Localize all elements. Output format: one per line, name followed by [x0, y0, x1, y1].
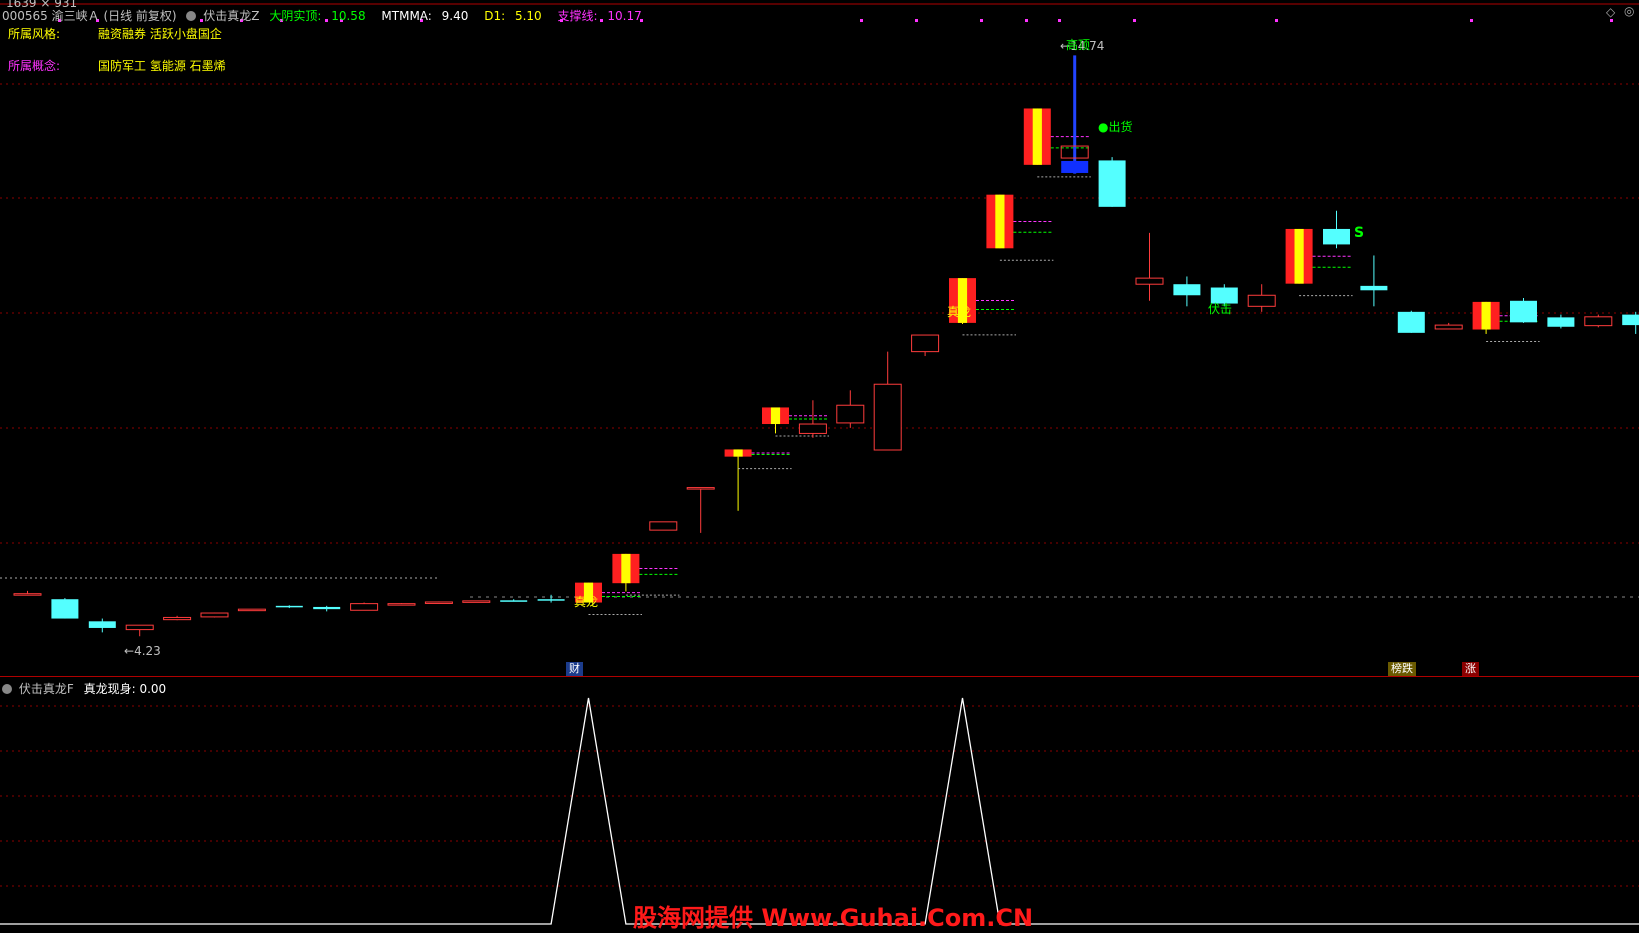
candle-body-up [649, 521, 678, 531]
signal-dot [1610, 19, 1613, 22]
ranking-badge[interactable]: 榜跌 [1388, 662, 1416, 676]
candle-body-down [537, 599, 565, 601]
watermark: 股海网提供 Www.Guhai.Com.CN [633, 904, 1034, 932]
candle-body-up [424, 601, 453, 604]
candle-body-up [686, 487, 715, 490]
finance-badge[interactable]: 财 [566, 662, 583, 676]
signal-dot [1133, 19, 1136, 22]
close-icon[interactable]: ◎ [1624, 4, 1634, 18]
candle-body-up [836, 404, 865, 424]
rise-badge[interactable]: 涨 [1462, 662, 1479, 676]
candle-body-up [387, 603, 416, 606]
candle-body-down [1360, 285, 1388, 291]
candle-body-down [1397, 311, 1425, 333]
candle-body-blue [1061, 160, 1089, 173]
signal-dot [1470, 19, 1473, 22]
style-value: 融资融券 活跃小盘国企 [98, 27, 222, 41]
candle-body-dragon-stripe [770, 407, 781, 425]
exit-label: ●出货 [1098, 120, 1133, 134]
s-mark: S [1354, 225, 1365, 241]
candle-body-up [1584, 316, 1613, 327]
collapse-icon[interactable] [186, 11, 197, 21]
top-label: 高顶 [1066, 38, 1091, 52]
candle-body-dragon-stripe [1294, 228, 1304, 284]
candle-body-down [313, 606, 341, 610]
candle-body-up [798, 423, 827, 434]
chart-header: 000565 渝三峡Ａ (日线 前复权) 伏击真龙Z 大阴实顶: 10.58 M… [2, 7, 654, 24]
candle-body-dragon-stripe [995, 194, 1005, 249]
candle-body-down [1173, 284, 1201, 296]
price-chart[interactable] [0, 0, 1639, 676]
diamond-icon[interactable]: ◇ [1606, 5, 1615, 19]
sub-field: 真龙现身: 0.00 [83, 682, 167, 696]
candle-body-dragon-stripe [621, 553, 631, 584]
candle-body-dragon-stripe [1032, 108, 1042, 165]
candle-body-up [462, 600, 491, 603]
concept-value: 国防军工 氢能源 石墨烯 [98, 59, 226, 73]
price-grid [0, 3, 1639, 598]
candle-body-up [200, 612, 229, 618]
signal-line [0, 697, 1639, 925]
indicator-name[interactable]: 伏击真龙Z [203, 9, 259, 23]
candle-body-up [13, 593, 42, 596]
sub-header: 伏击真龙F 真龙现身: 0.00 [2, 680, 166, 697]
dragon-label-2: 真龙 [947, 305, 972, 319]
style-label: 所属风格: [8, 27, 61, 41]
signal-chart[interactable] [0, 676, 1639, 931]
candle-body-up [125, 624, 154, 631]
sub-indicator-name[interactable]: 伏击真龙F [19, 682, 74, 696]
candle-body-up [237, 608, 266, 612]
candle-body-dragon-stripe [733, 449, 743, 457]
dragon-label-1: 真龙 [574, 595, 599, 609]
candle-body-down [1622, 314, 1639, 326]
concept-label: 所属概念: [8, 59, 61, 73]
signal-dot [1058, 19, 1061, 22]
candle-body-up [163, 616, 192, 621]
field-4: 支撑线: 10.17 [557, 9, 642, 23]
candle-body-up [350, 603, 379, 611]
signal-dot [980, 19, 983, 22]
candle-body-down [88, 621, 116, 628]
low-price-label: ←4.23 [124, 644, 161, 658]
signal-grid [0, 705, 1639, 887]
pane-separator [0, 676, 1639, 677]
candle-body-down [1547, 317, 1575, 327]
candle-body-down [1098, 160, 1126, 207]
candle-body-down [275, 605, 303, 608]
candle-body-up [911, 334, 940, 353]
candle-body-down [51, 599, 79, 619]
field-3: D1: 5.10 [484, 9, 542, 23]
candle-body-down [500, 600, 528, 602]
signal-dot [860, 19, 863, 22]
candle-body-up [1434, 324, 1463, 330]
candle-body-up [873, 383, 902, 451]
candle-body-up [1247, 294, 1276, 307]
candle-body-down [1510, 300, 1537, 323]
signal-dot [1275, 19, 1278, 22]
field-2: MTMMA: 9.40 [381, 9, 469, 23]
signal-dot [915, 19, 918, 22]
candle-body-dragon-stripe [1481, 301, 1491, 330]
stock-title[interactable]: 000565 渝三峡Ａ (日线 前复权) [2, 9, 177, 23]
candle-body-up [1135, 277, 1164, 285]
candles [13, 55, 1639, 637]
field-1: 大阴实顶: 10.58 [269, 9, 366, 23]
candle-body-down [1323, 228, 1350, 245]
signal-dot [1025, 19, 1028, 22]
sub-collapse-icon[interactable] [2, 684, 12, 694]
ambush-label: 伏击 [1208, 302, 1233, 316]
